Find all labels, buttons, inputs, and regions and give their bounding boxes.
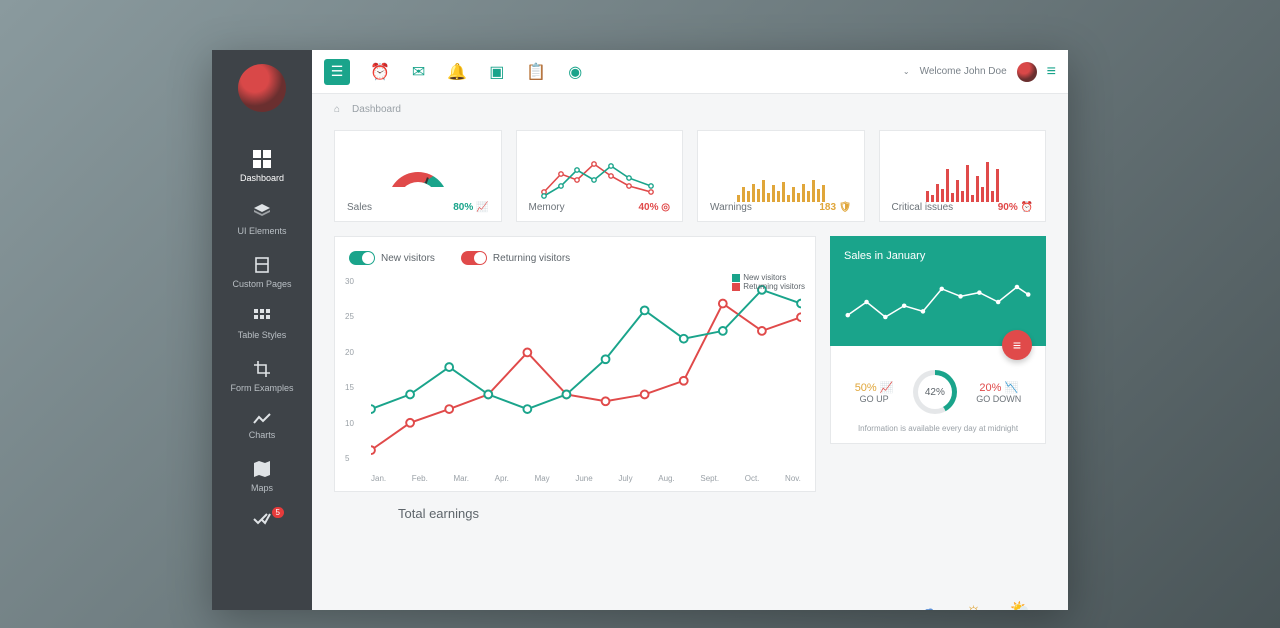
toggle-label: New visitors [381,253,435,264]
sales-stats: 50% 📈GO UP 42% 20% 📉GO DOWN Information … [830,346,1046,444]
trend-up-icon: 📈 [476,202,488,213]
x-axis: Jan.Feb.Mar.Apr.MayJuneJulyAug.Sept.Oct.… [371,474,801,483]
chevron-down-icon[interactable]: ⌄ [903,67,910,76]
row-2: New visitors Returning visitors 30252015… [334,236,1046,492]
main: ☰ ⏰ ✉ 🔔 ▣ 📋 ◉ ⌄ Welcome John Doe ≡ ⌂ Das… [312,50,1068,610]
sales-sparkline [844,272,1032,332]
nav-label: Dashboard [240,173,284,183]
sales-panel: Sales in January ≡ 50% 📈GO UP 42% 20% 📉G… [830,236,1046,492]
trend-down-icon: 📉 [1004,382,1018,394]
progress-ring: 42% [913,370,957,414]
menu-toggle-button[interactable]: ☰ [324,59,350,85]
sidebar-item-maps[interactable]: Maps [212,450,312,503]
dashboard-icon [216,150,308,168]
kpi-critical[interactable]: Critical issues 90% ⏰ [879,130,1047,222]
shield-icon: 🛡 [839,202,852,213]
chart-legend: New visitors Returning visitors [732,273,805,291]
critical-bars [926,156,999,202]
cloud-icon: ☁ [919,599,937,610]
sidebar-item-ui[interactable]: UI Elements [212,193,312,246]
home-icon[interactable]: ⌂ [334,104,340,115]
sun-icon: ☼ [965,599,982,610]
notification-icon[interactable]: 🔔 [447,62,467,82]
kpi-label: Warnings [710,202,752,213]
avatar[interactable] [238,64,286,112]
content: Sales 80% 📈 Memory 40% ◎ Warnings 183 🛡 [312,124,1068,610]
total-earnings-heading: Total earnings [334,506,1046,521]
sidebar-item-pages[interactable]: Custom Pages [212,246,312,299]
kpi-label: Memory [529,202,565,213]
clipboard-icon[interactable]: 📋 [526,62,546,82]
kpi-label: Critical issues [892,202,954,213]
y-axis: 30252015105 [345,277,365,463]
page-icon [216,256,308,274]
nav-label: Form Examples [230,383,293,393]
check-icon [216,513,308,525]
sidebar-item-tables[interactable]: Table Styles [212,299,312,350]
trend-icon [216,413,308,425]
nav-label: UI Elements [237,226,286,236]
kpi-memory[interactable]: Memory 40% ◎ [516,130,684,222]
breadcrumb: ⌂ Dashboard [312,94,1068,124]
toolbar-icons: ⏰ ✉ 🔔 ▣ 📋 ◉ [370,62,582,82]
visitors-chart-card: New visitors Returning visitors 30252015… [334,236,816,492]
sidebar: Dashboard UI Elements Custom Pages Table… [212,50,312,610]
fab-menu-button[interactable]: ≡ [1002,330,1032,360]
kpi-sales[interactable]: Sales 80% 📈 [334,130,502,222]
kpi-value: 40% [638,202,658,213]
sidebar-item-forms[interactable]: Form Examples [212,350,312,403]
toggle-label: Returning visitors [493,253,570,264]
stat-down: 20% 📉GO DOWN [976,381,1021,404]
kpi-value: 183 [819,202,836,213]
map-icon [216,460,308,478]
nav-label: Table Styles [238,330,287,340]
grid-icon [216,309,308,325]
avatar-small[interactable] [1017,62,1037,82]
kpi-value: 80% [453,202,473,213]
record-icon[interactable]: ◉ [568,62,582,82]
nav-label: Custom Pages [232,279,291,289]
crop-icon [216,360,308,378]
topbar: ☰ ⏰ ✉ 🔔 ▣ 📋 ◉ ⌄ Welcome John Doe ≡ [312,50,1068,94]
toggle-new-visitors[interactable]: New visitors [349,251,435,265]
memory-sparkline [539,156,659,202]
visitors-line-chart [371,277,801,463]
sales-header: Sales in January ≡ [830,236,1046,346]
alarm-icon[interactable]: ⏰ [370,62,390,82]
welcome-text: Welcome John Doe [920,66,1007,77]
partly-cloudy-icon: ⛅ [1010,599,1032,610]
stat-up: 50% 📈GO UP [855,381,894,404]
trend-up-icon: 📈 [880,382,894,394]
target-icon: ◎ [661,202,670,213]
toggle-returning-visitors[interactable]: Returning visitors [461,251,570,265]
weather-icons: ☁ ☼ ⛅ [919,599,1032,610]
app-window: Dashboard UI Elements Custom Pages Table… [212,50,1068,610]
clock-icon: ⏰ [1021,202,1033,213]
sidebar-item-tasks[interactable] [212,503,312,540]
breadcrumb-current: Dashboard [352,104,401,115]
sidebar-item-dashboard[interactable]: Dashboard [212,140,312,193]
kpi-label: Sales [347,202,372,213]
warnings-bars [737,156,825,202]
sales-title: Sales in January [844,250,1032,262]
wallet-icon[interactable]: ▣ [489,62,504,82]
mail-icon[interactable]: ✉ [412,62,425,82]
layers-icon [216,203,308,221]
settings-icon[interactable]: ≡ [1047,63,1056,81]
gauge-chart [388,172,448,202]
sidebar-item-charts[interactable]: Charts [212,403,312,450]
kpi-value: 90% [998,202,1018,213]
kpi-row: Sales 80% 📈 Memory 40% ◎ Warnings 183 🛡 [334,130,1046,222]
kpi-warnings[interactable]: Warnings 183 🛡 [697,130,865,222]
nav-label: Charts [249,430,276,440]
nav-label: Maps [251,483,273,493]
sales-info: Information is available every day at mi… [845,424,1031,433]
